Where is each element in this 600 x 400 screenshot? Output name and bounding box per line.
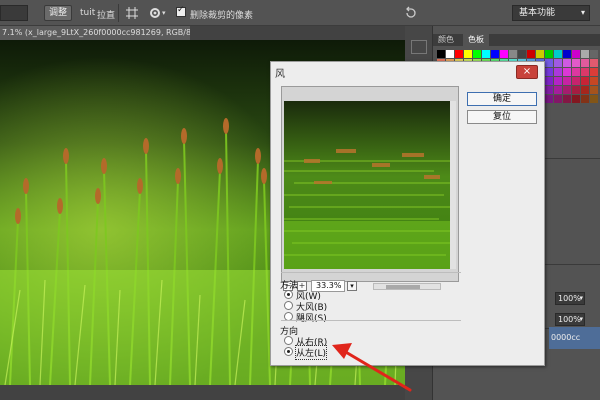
radio-dot — [284, 336, 293, 345]
swatch[interactable] — [581, 59, 589, 67]
swatch[interactable] — [590, 50, 598, 58]
swatch[interactable] — [554, 68, 562, 76]
settings-dropdown-icon[interactable]: ▾ — [162, 9, 166, 17]
options-bar: 调整 tuit 拉直 ▾ 删除裁剪的像素 基本功能 — [0, 0, 600, 26]
swatch[interactable] — [545, 68, 553, 76]
swatch[interactable] — [437, 50, 445, 58]
swatch[interactable] — [527, 50, 535, 58]
swatch[interactable] — [545, 50, 553, 58]
annotation-arrow — [332, 343, 412, 392]
swatch[interactable] — [500, 50, 508, 58]
delete-cropped-checkbox[interactable] — [176, 5, 186, 17]
tab-swatches[interactable]: 色板 — [463, 34, 489, 46]
swatch[interactable] — [518, 50, 526, 58]
auto-label[interactable]: tuit — [80, 8, 95, 18]
document-tab[interactable]: 7.1% (x_large_9LtX_260f0000cc981269, RGB… — [0, 26, 190, 40]
swatch[interactable] — [563, 95, 571, 103]
ratio-field[interactable] — [0, 5, 28, 21]
swatch[interactable] — [563, 68, 571, 76]
document-tabs: 7.1% (x_large_9LtX_260f0000cc981269, RGB… — [0, 26, 405, 40]
swatch[interactable] — [590, 59, 598, 67]
swatch[interactable] — [554, 77, 562, 85]
swatch[interactable] — [581, 95, 589, 103]
swatch[interactable] — [581, 86, 589, 94]
swatch[interactable] — [563, 50, 571, 58]
swatches-panel-header: 颜色 色板 — [433, 34, 600, 46]
wind-filter-dialog: 风 × − + 33.3% ▾ 确定 复位 方法 风(W) 大风(B) 飓风(S… — [270, 61, 545, 366]
delete-cropped-label: 删除裁剪的像素 — [190, 11, 254, 21]
tab-color[interactable]: 颜色 — [433, 34, 459, 46]
swatch[interactable] — [590, 95, 598, 103]
preview-photo — [284, 101, 452, 269]
layer-row-selected[interactable]: 0000cc — [549, 327, 600, 349]
swatch[interactable] — [563, 86, 571, 94]
straighten-label[interactable]: 拉直 — [97, 8, 115, 21]
swatch[interactable] — [554, 95, 562, 103]
radio-label: 从左(L) — [294, 345, 328, 360]
swatch[interactable] — [545, 59, 553, 67]
swatch[interactable] — [554, 50, 562, 58]
swatch[interactable] — [509, 50, 517, 58]
swatch[interactable] — [536, 50, 544, 58]
fill-field[interactable]: 100% — [555, 313, 585, 326]
opacity-field[interactable]: 100% — [555, 292, 585, 305]
swatch[interactable] — [545, 77, 553, 85]
swatch[interactable] — [455, 50, 463, 58]
radio-dot — [284, 347, 293, 356]
swatch[interactable] — [572, 77, 580, 85]
filter-preview[interactable] — [284, 101, 452, 269]
undo-icon[interactable] — [404, 6, 418, 20]
workspace-select[interactable]: 基本功能 — [512, 5, 590, 21]
history-panel-icon[interactable] — [411, 40, 427, 54]
swatch[interactable] — [572, 95, 580, 103]
dialog-title: 风 — [275, 69, 285, 80]
swatch[interactable] — [446, 50, 454, 58]
reset-button[interactable]: 复位 — [467, 110, 537, 124]
swatch[interactable] — [491, 50, 499, 58]
swatch[interactable] — [572, 59, 580, 67]
swatch[interactable] — [572, 50, 580, 58]
swatch[interactable] — [581, 50, 589, 58]
ok-button[interactable]: 确定 — [467, 92, 537, 106]
swatch[interactable] — [590, 68, 598, 76]
swatch[interactable] — [581, 68, 589, 76]
grid-overlay-icon[interactable] — [125, 6, 139, 20]
swatch[interactable] — [572, 86, 580, 94]
document-tab-title: 7.1% (x_large_9LtX_260f0000cc981269, RGB… — [2, 28, 190, 37]
divider — [118, 4, 119, 22]
swatch[interactable] — [563, 59, 571, 67]
swatch[interactable] — [590, 86, 598, 94]
preview-area — [281, 86, 459, 282]
radio-dot — [284, 290, 293, 299]
swatch[interactable] — [482, 50, 490, 58]
swatch[interactable] — [545, 95, 553, 103]
close-button[interactable]: × — [516, 65, 538, 79]
swatch[interactable] — [554, 59, 562, 67]
swatch[interactable] — [554, 86, 562, 94]
swatch[interactable] — [563, 77, 571, 85]
radio-dot — [284, 301, 293, 310]
swatch[interactable] — [464, 50, 472, 58]
refine-button[interactable]: 调整 — [44, 5, 72, 21]
preview-vertical-scrollbar[interactable] — [450, 101, 456, 269]
swatch[interactable] — [590, 77, 598, 85]
swatch[interactable] — [581, 77, 589, 85]
swatch[interactable] — [473, 50, 481, 58]
gear-icon[interactable] — [148, 6, 162, 20]
swatch[interactable] — [572, 68, 580, 76]
swatch[interactable] — [545, 86, 553, 94]
